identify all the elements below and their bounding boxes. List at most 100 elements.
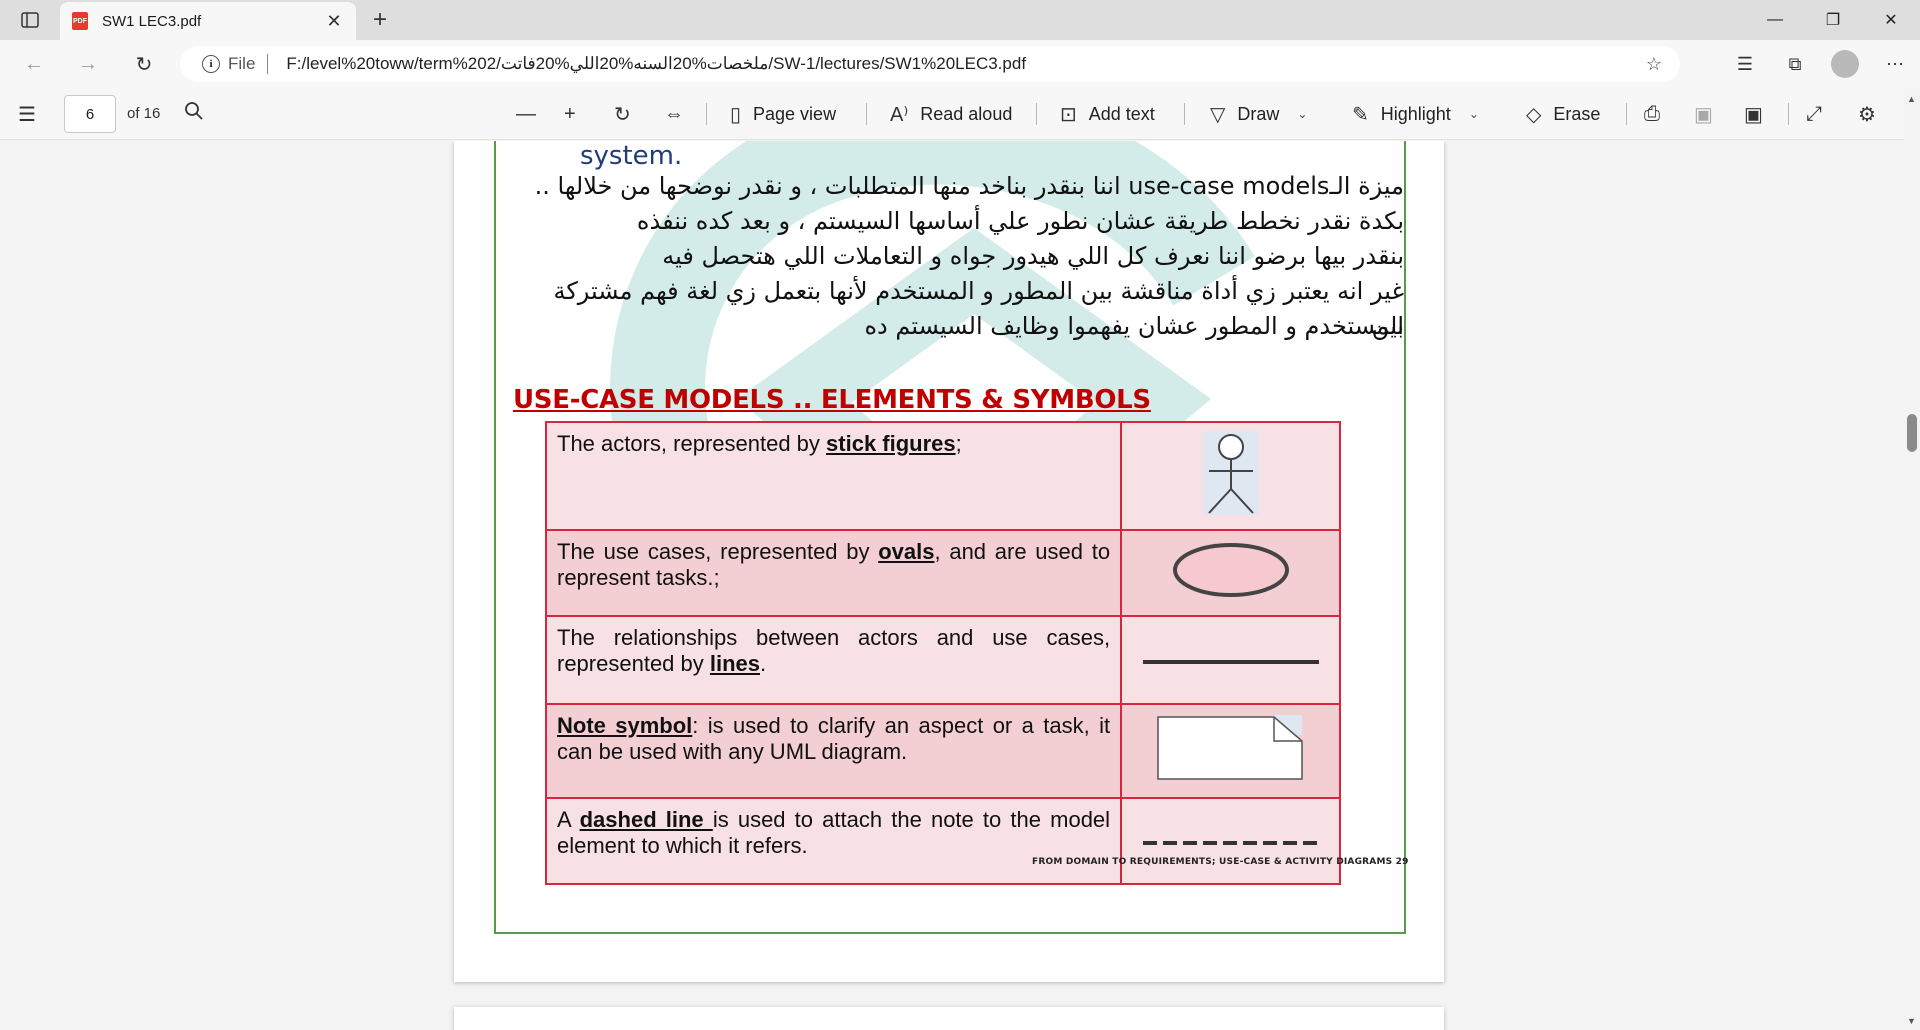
chevron-down-icon[interactable]: ⌄: [1297, 107, 1307, 121]
rotate-icon: ↻: [614, 103, 631, 126]
system-word: system.: [580, 141, 683, 171]
highlight-icon: ✎: [1352, 103, 1369, 126]
stick-figure-icon: [1202, 431, 1259, 515]
rotate-button[interactable]: ↻: [614, 88, 643, 140]
fit-width-button[interactable]: ⇔: [664, 88, 696, 140]
read-aloud-button[interactable]: A⁾ Read aloud: [890, 88, 1012, 140]
search-icon[interactable]: [184, 101, 204, 127]
toolbar-divider: [1184, 103, 1185, 125]
zoom-out-button[interactable]: —: [516, 88, 548, 140]
back-button[interactable]: ←: [18, 50, 50, 78]
info-icon[interactable]: i: [202, 55, 220, 73]
profile-avatar[interactable]: [1831, 50, 1859, 78]
plus-icon: +: [564, 102, 576, 125]
add-text-icon: ⊡: [1060, 103, 1077, 126]
add-favorite-icon[interactable]: ☆: [1646, 54, 1662, 75]
page-view-button[interactable]: ▯ Page view: [730, 88, 836, 140]
more-menu-icon[interactable]: ⋯: [1870, 54, 1920, 75]
tab-title: SW1 LEC3.pdf: [102, 12, 202, 30]
tab-actions-icon[interactable]: [14, 8, 46, 32]
scroll-up-icon[interactable]: ▲: [1907, 94, 1916, 104]
table-row: Note symbol: is used to clarify an aspec…: [544, 703, 1341, 799]
read-aloud-icon: A⁾: [890, 103, 909, 126]
fit-width-icon: ⇔: [664, 102, 684, 125]
arabic-line-5: المستخدم و المطور عشان يفهموا وظايف السي…: [864, 312, 1404, 340]
page-footer: FROM DOMAIN TO REQUIREMENTS; USE-CASE & …: [1032, 857, 1409, 867]
new-tab-button[interactable]: +: [366, 6, 394, 34]
gear-icon: ⚙: [1858, 103, 1876, 126]
table-row: The actors, represented by stick figures…: [544, 421, 1341, 531]
row-description: A dashed line is used to attach the note…: [544, 797, 1123, 885]
dashed-line-symbol: [1120, 797, 1341, 885]
row-description: The actors, represented by stick figures…: [544, 421, 1123, 531]
table-of-contents-icon[interactable]: ☰: [18, 102, 36, 127]
zoom-in-button[interactable]: +: [564, 88, 588, 140]
pdf-viewer[interactable]: system. ميزة الـuse-case models اننا بنق…: [0, 141, 1920, 1030]
highlight-button[interactable]: ✎ Highlight ⌄: [1352, 88, 1479, 140]
expand-icon: ⤢: [1806, 102, 1822, 125]
add-text-label: Add text: [1088, 103, 1155, 124]
toolbar-divider: [866, 103, 867, 125]
close-tab-icon[interactable]: ✕: [324, 11, 344, 32]
page-view-label: Page view: [753, 103, 837, 124]
print-button[interactable]: ⎙: [1644, 88, 1672, 140]
minimize-icon[interactable]: —: [1746, 0, 1804, 40]
draw-button[interactable]: ▽ Draw ⌄: [1210, 88, 1307, 140]
save-button[interactable]: ▣: [1694, 88, 1725, 140]
tab-strip: PDF SW1 LEC3.pdf ✕ + — ❐ ✕: [0, 0, 1920, 40]
address-scheme: File: [228, 54, 256, 73]
address-bar-row: ← → ↻ i File F:/level%20toww/term%202/مل…: [0, 40, 1920, 88]
table-row: The relationships between actors and use…: [544, 615, 1341, 705]
browser-actions: ☰ ⧉ ⋯: [1720, 46, 1920, 82]
erase-button[interactable]: ◇ Erase: [1526, 88, 1600, 140]
read-aloud-label: Read aloud: [920, 103, 1013, 124]
highlight-label: Highlight: [1380, 103, 1451, 124]
address-input[interactable]: i File F:/level%20toww/term%202/ملخصات%2…: [180, 46, 1680, 82]
toolbar-divider: [1788, 103, 1789, 125]
draw-label: Draw: [1237, 103, 1280, 124]
minus-icon: —: [516, 102, 536, 125]
next-pdf-page: [454, 1007, 1444, 1030]
settings-button[interactable]: ⚙: [1858, 88, 1888, 140]
close-window-icon[interactable]: ✕: [1862, 0, 1920, 40]
forward-button[interactable]: →: [72, 50, 104, 78]
scroll-down-icon[interactable]: ▼: [1907, 1016, 1916, 1026]
collections-icon[interactable]: ⧉: [1770, 54, 1820, 75]
row-description: The relationships between actors and use…: [544, 615, 1123, 705]
restore-icon[interactable]: ❐: [1804, 0, 1862, 40]
save-icon: ▣: [1694, 103, 1713, 126]
scroll-thumb[interactable]: [1907, 414, 1917, 452]
chevron-down-icon[interactable]: ⌄: [1469, 107, 1479, 121]
draw-icon: ▽: [1210, 103, 1226, 126]
table-row: The use cases, represented by ovals, and…: [544, 529, 1341, 617]
section-heading: USE-CASE MODELS .. ELEMENTS & SYMBOLS: [513, 385, 1151, 415]
oval-icon: [1172, 543, 1289, 597]
relationship-symbol: [1120, 615, 1341, 705]
fullscreen-button[interactable]: ⤢: [1806, 88, 1834, 140]
save-as-button[interactable]: ▣: [1744, 88, 1775, 140]
page-total: of 16: [127, 105, 161, 122]
window-controls: — ❐ ✕: [1746, 0, 1920, 40]
toolbar-divider: [1036, 103, 1037, 125]
note-icon: [1156, 715, 1303, 780]
toolbar-divider: [706, 103, 707, 125]
arabic-line-1: ميزة الـuse-case models اننا بنقدر بناخد…: [534, 172, 1404, 200]
pdf-toolbar: ☰ 6 of 16 — + ↻ ⇔ ▯ Page view A⁾ Read alou…: [0, 88, 1920, 140]
tab-sw1-lec3[interactable]: PDF SW1 LEC3.pdf ✕: [60, 2, 356, 40]
print-icon: ⎙: [1644, 102, 1660, 125]
note-symbol: [1120, 703, 1341, 799]
page-view-icon: ▯: [730, 103, 742, 126]
vertical-scrollbar[interactable]: ▲ ▼: [1904, 88, 1920, 1030]
table-row: A dashed line is used to attach the note…: [544, 797, 1341, 885]
refresh-button[interactable]: ↻: [128, 50, 160, 78]
eraser-icon: ◇: [1526, 103, 1542, 126]
add-text-button[interactable]: ⊡ Add text: [1060, 88, 1155, 140]
divider: [267, 54, 269, 74]
page-number-input[interactable]: 6: [64, 95, 116, 133]
toolbar-divider: [1626, 103, 1627, 125]
dashed-line-icon: [1142, 841, 1319, 845]
favorites-icon[interactable]: ☰: [1720, 54, 1770, 75]
line-icon: [1142, 660, 1319, 664]
arabic-line-2: بكدة نقدر نخطط طريقة عشان نطور علي أساسه…: [636, 207, 1404, 235]
save-as-icon: ▣: [1744, 103, 1763, 126]
